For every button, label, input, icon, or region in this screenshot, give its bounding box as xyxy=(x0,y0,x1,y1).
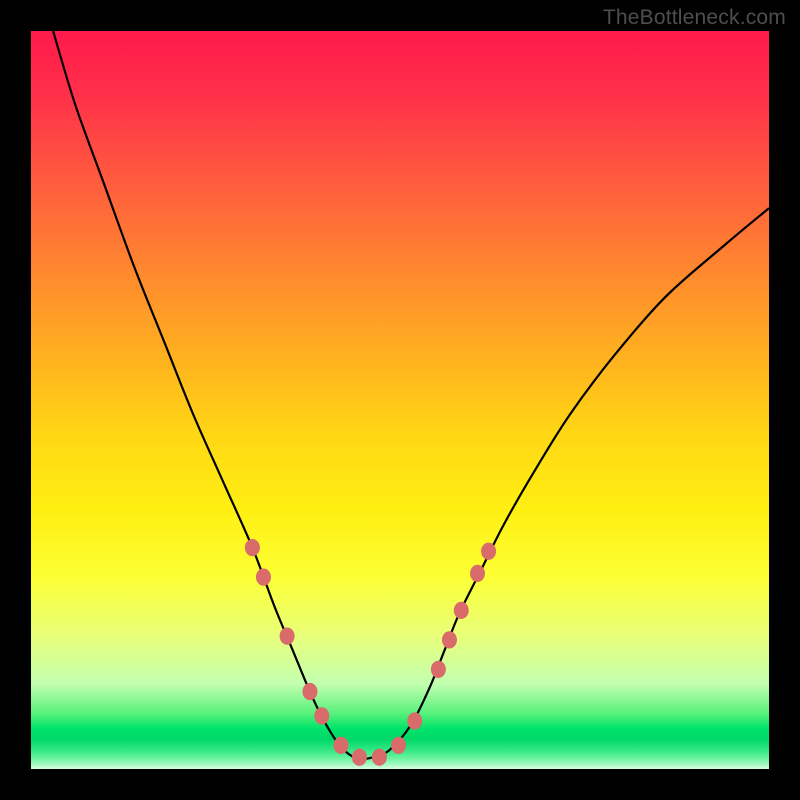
marker-dot xyxy=(391,737,406,754)
marker-dot xyxy=(372,749,387,766)
marker-dot xyxy=(314,707,329,724)
marker-dot xyxy=(454,602,469,619)
marker-dot xyxy=(280,628,295,645)
bottleneck-curve-svg xyxy=(31,31,769,769)
marker-dot xyxy=(481,543,496,560)
marker-dot xyxy=(470,565,485,582)
chart-stage: TheBottleneck.com xyxy=(0,0,800,800)
bottleneck-curve xyxy=(53,31,769,759)
marker-dot xyxy=(245,539,260,556)
marker-dot xyxy=(352,749,367,766)
watermark: TheBottleneck.com xyxy=(603,6,786,30)
marker-dot xyxy=(333,737,348,754)
marker-dot xyxy=(442,631,457,648)
marker-dot xyxy=(431,661,446,678)
marker-dot xyxy=(407,712,422,729)
marker-dot xyxy=(256,568,271,585)
highlight-dots xyxy=(245,539,496,766)
marker-dot xyxy=(302,683,317,700)
